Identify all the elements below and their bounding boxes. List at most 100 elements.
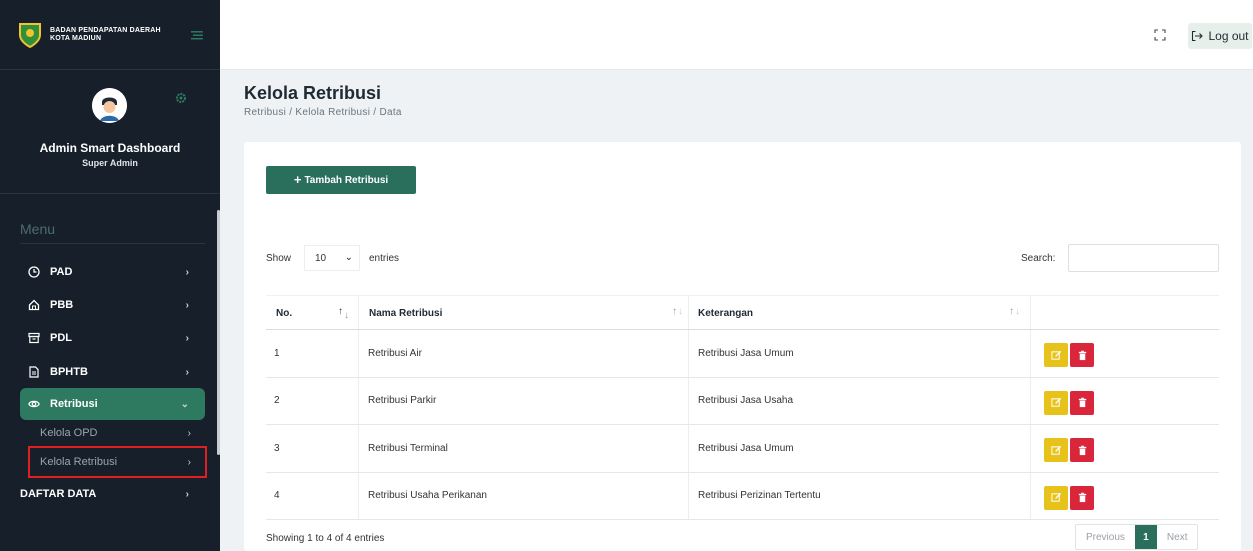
sidebar-item-label: DAFTAR DATA	[20, 488, 97, 500]
edit-icon	[1050, 397, 1061, 407]
sidebar-item-label: BPHTB	[50, 366, 88, 378]
search-label: Search:	[1021, 253, 1056, 264]
delete-button[interactable]	[1070, 485, 1094, 510]
cell-nama: Retribusi Parkir	[368, 395, 437, 407]
trash-icon	[1078, 397, 1086, 408]
chevron-right-icon: ›	[185, 299, 189, 311]
column-divider	[358, 377, 359, 424]
profile-name: Admin Smart Dashboard	[39, 141, 181, 155]
column-divider	[358, 330, 359, 377]
plus-icon: +	[293, 172, 302, 187]
trash-icon	[1078, 492, 1086, 503]
sidebar-item-pdl[interactable]: PDL ›	[20, 322, 205, 354]
edit-button[interactable]	[1044, 485, 1068, 510]
pagination: Previous 1 Next	[1075, 524, 1199, 550]
edit-button[interactable]	[1044, 438, 1068, 462]
column-divider	[1030, 472, 1031, 519]
delete-button[interactable]	[1070, 438, 1094, 462]
chevron-right-icon: ›	[185, 332, 189, 344]
chevron-right-icon: ›	[185, 366, 189, 378]
table-info: Showing 1 to 4 of 4 entries	[266, 533, 385, 544]
column-divider	[1030, 330, 1031, 377]
selection-highlight	[28, 446, 207, 478]
column-divider	[1030, 377, 1031, 424]
document-icon	[29, 366, 39, 378]
cell-no: 2	[274, 395, 280, 407]
entries-value: 10	[315, 252, 327, 264]
retribusi-table: No. ↑ ↓ Nama Retribusi ↑ ↓ Keterangan ↑ …	[266, 295, 1219, 520]
city-crest-icon	[19, 22, 41, 48]
menu-header: Menu	[20, 221, 56, 237]
column-divider	[358, 472, 359, 519]
sidebar-item-pbb[interactable]: PBB ›	[20, 289, 205, 321]
column-divider	[358, 425, 359, 472]
trash-icon	[1078, 350, 1086, 360]
sidebar-item-label: Retribusi	[50, 398, 98, 410]
chevron-down-icon: ⌄	[180, 398, 189, 410]
chevron-right-icon: ›	[185, 266, 189, 278]
sidebar-item-retribusi[interactable]: Retribusi ⌄	[20, 388, 205, 420]
entries-select[interactable]: 10 ⌄	[304, 245, 360, 271]
menu-toggle-icon[interactable]	[190, 29, 204, 41]
sidebar-subitem-kelola-opd[interactable]: Kelola OPD ›	[28, 422, 203, 444]
trash-icon	[1078, 445, 1086, 455]
edit-button[interactable]	[1044, 390, 1068, 415]
sort-icon: ↓	[678, 306, 683, 317]
cell-keterangan: Retribusi Jasa Umum	[698, 347, 794, 359]
chevron-down-icon: ⌄	[344, 252, 353, 263]
search-input[interactable]	[1068, 244, 1219, 272]
edit-icon	[1050, 445, 1061, 455]
profile-panel: Admin Smart Dashboard Super Admin	[0, 70, 220, 194]
breadcrumb: Retribusi / Kelola Retribusi / Data	[244, 107, 402, 118]
column-divider	[688, 425, 689, 472]
sort-icon[interactable]: ↑	[672, 306, 677, 317]
sidebar-item-label: PDL	[50, 332, 72, 344]
column-header-nama[interactable]: Nama Retribusi	[369, 296, 442, 331]
sidebar-scrollbar[interactable]	[217, 210, 220, 455]
cell-keterangan: Retribusi Perizinan Tertentu	[698, 490, 821, 502]
page-title: Kelola Retribusi	[244, 83, 382, 103]
gear-icon[interactable]	[175, 92, 187, 104]
logout-button[interactable]: Log out	[1188, 23, 1252, 49]
fullscreen-icon[interactable]	[1154, 29, 1166, 41]
edit-icon	[1050, 350, 1061, 360]
previous-page-button[interactable]: Previous	[1076, 525, 1135, 549]
cell-no: 3	[274, 442, 280, 454]
add-retribusi-button[interactable]: + Tambah Retribusi	[266, 166, 416, 194]
delete-button[interactable]	[1070, 343, 1094, 367]
menu-divider	[20, 243, 205, 244]
archive-icon	[28, 332, 40, 344]
sort-icon[interactable]: ↑	[1009, 306, 1014, 317]
sidebar-subitem-label: Kelola OPD	[40, 427, 98, 439]
logout-icon	[1192, 30, 1204, 42]
sort-icon[interactable]: ↑	[338, 306, 343, 317]
next-page-button[interactable]: Next	[1157, 525, 1198, 549]
column-divider	[688, 377, 689, 424]
sidebar-item-pad[interactable]: PAD ›	[20, 256, 205, 288]
sidebar: BADAN PENDAPATAN DAERAH KOTA MADIUN Admi…	[0, 0, 220, 551]
cell-nama: Retribusi Terminal	[368, 442, 448, 454]
table-header: No. ↑ ↓ Nama Retribusi ↑ ↓ Keterangan ↑ …	[266, 295, 1219, 330]
topbar: Log out	[220, 0, 1253, 70]
page-1-button[interactable]: 1	[1134, 525, 1157, 549]
brand-line-1: BADAN PENDAPATAN DAERAH	[50, 26, 161, 34]
sidebar-item-label: PAD	[50, 266, 73, 278]
sidebar-item-bphtb[interactable]: BPHTB ›	[20, 356, 205, 388]
home-icon	[28, 299, 40, 311]
cell-keterangan: Retribusi Jasa Umum	[698, 442, 794, 454]
brand: BADAN PENDAPATAN DAERAH KOTA MADIUN	[0, 0, 220, 70]
sidebar-item-daftar-data[interactable]: DAFTAR DATA ›	[20, 478, 205, 510]
delete-button[interactable]	[1070, 390, 1094, 415]
user-avatar-icon[interactable]	[92, 88, 127, 123]
eye-icon	[28, 400, 40, 408]
column-divider	[688, 296, 689, 329]
column-header-no[interactable]: No.	[276, 296, 292, 331]
column-divider	[1030, 425, 1031, 472]
column-divider	[358, 296, 359, 329]
edit-icon	[1050, 492, 1061, 502]
column-header-keterangan[interactable]: Keterangan	[698, 296, 753, 331]
column-divider	[688, 472, 689, 519]
table-row: 3 Retribusi Terminal Retribusi Jasa Umum	[266, 425, 1219, 473]
edit-button[interactable]	[1044, 343, 1068, 367]
logout-label: Log out	[1208, 29, 1249, 43]
